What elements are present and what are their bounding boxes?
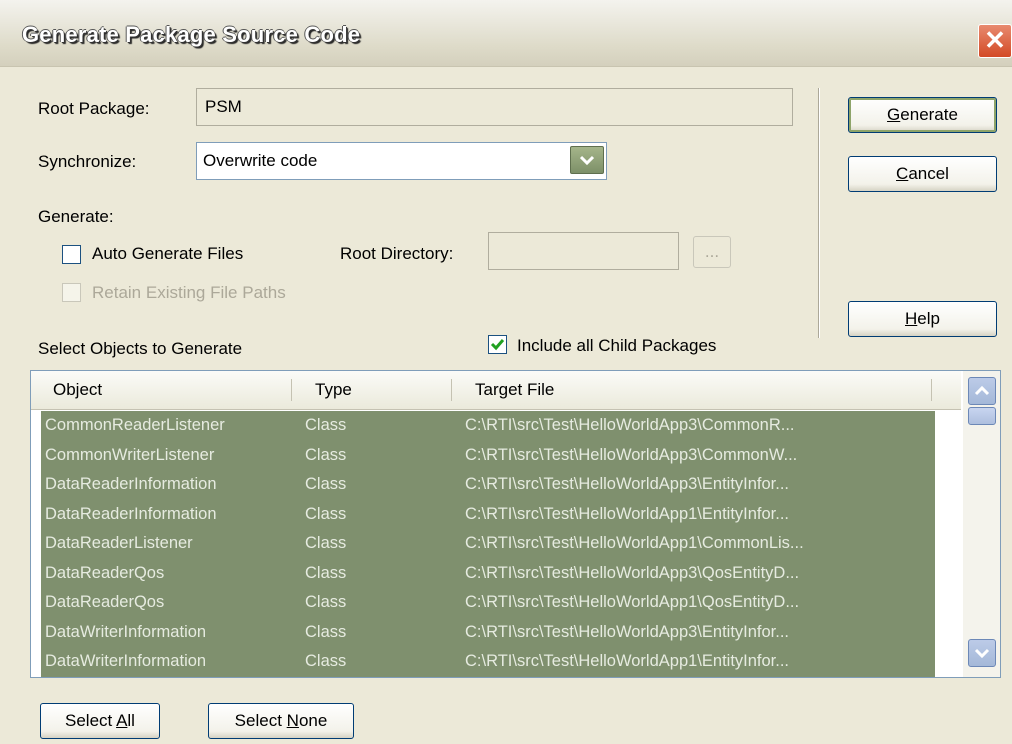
- retain-paths-label: Retain Existing File Paths: [92, 283, 286, 302]
- type-cell: Class: [305, 445, 347, 464]
- scroll-thumb[interactable]: [968, 407, 996, 425]
- root-package-value: PSM: [205, 97, 242, 116]
- type-cell: Class: [305, 593, 347, 611]
- root-directory-field: [488, 232, 679, 270]
- target-file-cell: C:\RTI\src\Test\HelloWorldApp3\CommonW..…: [465, 445, 798, 464]
- column-header-type[interactable]: Type: [315, 371, 352, 409]
- objects-list[interactable]: Object Type Target File CommonReaderList…: [30, 370, 1001, 678]
- close-icon[interactable]: ✕: [978, 24, 1012, 58]
- table-row[interactable]: DataReaderInformation Class C:\RTI\src\Tes…: [31, 470, 931, 498]
- column-header-object[interactable]: Object: [53, 371, 102, 409]
- target-file-cell: C:\RTI\src\Test\HelloWorldApp1\QosEntity…: [465, 593, 800, 611]
- object-cell: DataReaderInformation: [45, 475, 217, 493]
- type-cell: Class: [305, 534, 347, 552]
- root-package-label: Root Package:: [38, 99, 150, 118]
- checkmark-icon: [490, 339, 505, 351]
- scroll-up-icon[interactable]: [968, 377, 996, 405]
- select-none-button[interactable]: Select None: [208, 703, 354, 739]
- generate-group-label: Generate:: [38, 207, 114, 226]
- cancel-button[interactable]: Cancel: [848, 156, 997, 192]
- object-cell: DataReaderQos: [45, 563, 165, 582]
- object-cell: CommonReaderListener: [45, 416, 225, 434]
- root-package-field: PSM: [196, 88, 793, 126]
- list-header: Object Type Target File: [31, 371, 961, 410]
- table-row[interactable]: DataReaderListener Class C:\RTI\src\Test\H…: [31, 529, 931, 557]
- target-file-cell: C:\RTI\src\Test\HelloWorldApp3\CommonR..…: [465, 416, 795, 434]
- chevron-down-icon[interactable]: [570, 146, 604, 174]
- table-row[interactable]: CommonWriterListener Class C:\RTI\src\Test…: [31, 441, 931, 469]
- table-row[interactable]: DataReaderQos Class C:\RTI\src\Test\HelloW…: [31, 588, 931, 616]
- table-row[interactable]: DataReaderQos Class C:\RTI\src\Test\HelloW…: [31, 559, 931, 587]
- window-title: Generate Package Source Code: [22, 22, 361, 47]
- vertical-divider: [818, 88, 820, 338]
- target-file-cell: C:\RTI\src\Test\HelloWorldApp1\EntityInf…: [465, 652, 790, 670]
- object-cell: DataWriterInformation: [45, 652, 207, 670]
- synchronize-value: Overwrite code: [203, 151, 318, 170]
- title-bar: Generate Package Source Code ✕: [0, 0, 1012, 67]
- auto-generate-checkbox[interactable]: [62, 245, 81, 264]
- target-file-cell: C:\RTI\src\Test\HelloWorldApp3\EntityInf…: [465, 622, 790, 641]
- scroll-down-icon[interactable]: [968, 639, 996, 667]
- vertical-scrollbar[interactable]: [963, 371, 1000, 677]
- object-cell: DataReaderInformation: [45, 504, 217, 523]
- table-row[interactable]: DataWriterInformation Class C:\RTI\src\Tes…: [31, 618, 931, 646]
- type-cell: Class: [305, 504, 347, 523]
- target-file-cell: C:\RTI\src\Test\HelloWorldApp1\EntityInf…: [465, 504, 790, 523]
- object-cell: DataReaderListener: [45, 534, 193, 552]
- table-row[interactable]: DataReaderInformation Class C:\RTI\src\Tes…: [31, 500, 931, 528]
- select-objects-label: Select Objects to Generate: [38, 339, 243, 358]
- table-row[interactable]: CommonReaderListener Class C:\RTI\src\Test…: [31, 411, 931, 439]
- generate-button[interactable]: Generate: [848, 97, 997, 133]
- type-cell: Class: [305, 652, 347, 670]
- object-cell: DataWriterInformation: [45, 622, 207, 641]
- table-row[interactable]: DataWriterInformation Class C:\RTI\src\Tes…: [31, 647, 931, 675]
- target-file-cell: C:\RTI\src\Test\HelloWorldApp3\QosEntity…: [465, 563, 800, 582]
- target-file-cell: C:\RTI\src\Test\HelloWorldApp1\CommonLis…: [465, 534, 804, 552]
- target-file-cell: C:\RTI\src\Test\HelloWorldApp3\EntityInf…: [465, 475, 790, 493]
- auto-generate-label: Auto Generate Files: [92, 244, 244, 263]
- type-cell: Class: [305, 622, 347, 641]
- include-children-label: Include all Child Packages: [517, 336, 717, 355]
- object-cell: CommonWriterListener: [45, 445, 215, 464]
- browse-button[interactable]: ...: [693, 236, 731, 268]
- root-directory-label: Root Directory:: [340, 244, 454, 263]
- type-cell: Class: [305, 475, 347, 493]
- help-button[interactable]: Help: [848, 301, 997, 337]
- include-children-checkbox[interactable]: [488, 335, 507, 354]
- synchronize-label: Synchronize:: [38, 152, 137, 171]
- type-cell: Class: [305, 563, 347, 582]
- select-all-button[interactable]: Select All: [40, 703, 160, 739]
- type-cell: Class: [305, 416, 347, 434]
- synchronize-select[interactable]: Overwrite code: [196, 142, 607, 180]
- column-header-target-file[interactable]: Target File: [475, 371, 554, 409]
- object-cell: DataReaderQos: [45, 593, 165, 611]
- retain-paths-checkbox[interactable]: [62, 283, 81, 302]
